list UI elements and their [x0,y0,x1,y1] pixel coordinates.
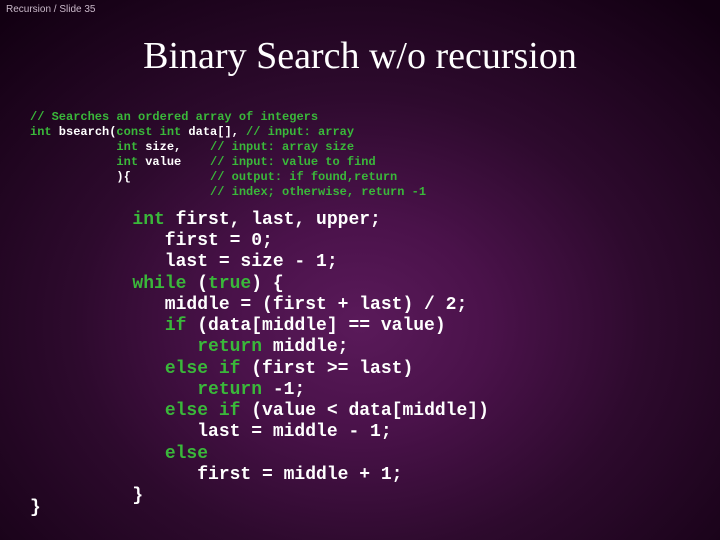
code-text [100,210,132,230]
code-text: middle = (first + last) / 2; [100,295,467,315]
code-text [100,274,132,294]
keyword-int: int [30,125,52,139]
code-text: data[], [181,125,246,139]
comment: // index; otherwise, return -1 [210,185,426,199]
keyword-true: true [208,274,251,294]
keyword-else-if: else if [165,401,241,421]
code-text: (value < data[middle]) [240,401,488,421]
keyword-int: int [132,210,164,230]
code-text: value [138,155,210,169]
comment: // output: if found,return [210,170,397,184]
code-text: (data[middle] == value) [186,316,445,336]
code-text: size, [138,140,210,154]
comment: // Searches an ordered array of integers [30,110,318,124]
keyword-return: return [197,380,262,400]
slide-title: Binary Search w/o recursion [0,34,720,78]
code-text [30,155,116,169]
keyword-int: int [116,140,138,154]
keyword-while: while [132,274,186,294]
code-text: -1; [262,380,305,400]
code-text: first, last, upper; [165,210,381,230]
closing-brace: } [30,498,41,518]
code-text [30,185,210,199]
code-text: ) { [251,274,283,294]
code-text: first = 0; [100,231,273,251]
code-text: (first >= last) [240,359,413,379]
keyword-else-if: else if [165,359,241,379]
function-signature: // Searches an ordered array of integers… [30,110,426,200]
code-text [100,316,165,336]
comment: // input: value to find [210,155,376,169]
keyword-else: else [165,444,208,464]
keyword-int: int [116,155,138,169]
code-text: last = middle - 1; [100,422,392,442]
code-text [100,401,165,421]
keyword-const-int: const int [116,125,181,139]
code-text: ){ [30,170,210,184]
code-text [100,337,197,357]
code-text [100,444,165,464]
keyword-return: return [197,337,262,357]
code-text: first = middle + 1; [100,465,402,485]
code-text: last = size - 1; [100,252,338,272]
code-text [100,380,197,400]
code-text: middle; [262,337,348,357]
code-text: bsearch( [52,125,117,139]
code-text [100,359,165,379]
comment: // input: array size [210,140,354,154]
code-text: } [100,486,143,506]
code-text [30,140,116,154]
slide: Recursion / Slide 35 Binary Search w/o r… [0,0,720,540]
code-text: ( [186,274,208,294]
function-body: int first, last, upper; first = 0; last … [100,210,489,507]
comment: // input: array [246,125,354,139]
keyword-if: if [165,316,187,336]
slide-header: Recursion / Slide 35 [6,4,96,15]
